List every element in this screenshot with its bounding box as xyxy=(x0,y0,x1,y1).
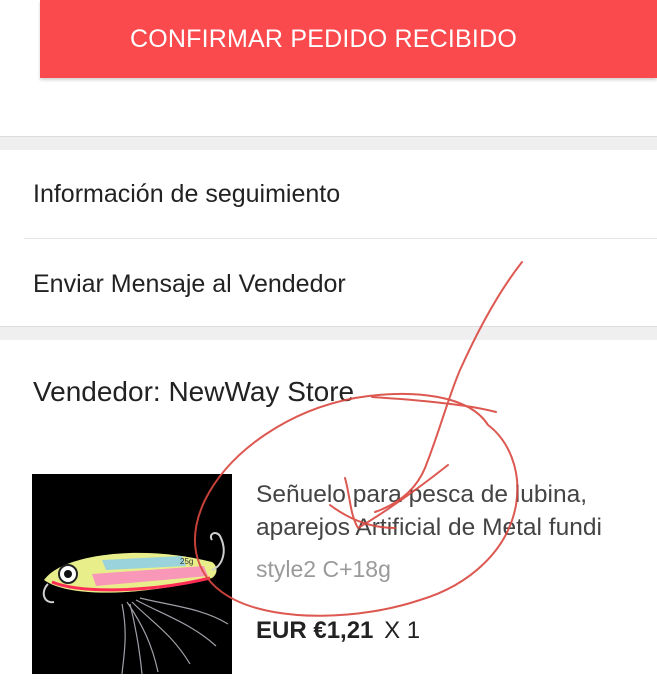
message-seller-item[interactable]: Enviar Mensaje al Vendedor xyxy=(0,240,657,328)
section-separator xyxy=(0,326,657,340)
seller-name[interactable]: Vendedor: NewWay Store xyxy=(33,376,354,408)
section-separator xyxy=(0,136,657,150)
product-title[interactable]: Señuelo para pesca de lubina, aparejos A… xyxy=(256,478,657,544)
product-title-line-2: aparejos Artificial de Metal fundi xyxy=(256,514,602,541)
product-quantity: X 1 xyxy=(384,617,421,644)
lure-weight-label: 25g xyxy=(180,557,193,566)
menu-divider xyxy=(24,238,657,239)
message-seller-label: Enviar Mensaje al Vendedor xyxy=(33,269,346,298)
product-thumbnail[interactable]: 25g xyxy=(32,474,232,674)
confirm-order-received-button[interactable]: CONFIRMAR PEDIDO RECIBIDO xyxy=(40,0,657,78)
product-variant: style2 C+18g xyxy=(256,556,391,582)
product-price-line: EUR €1,21 X 1 xyxy=(256,617,420,645)
confirm-section: CONFIRMAR PEDIDO RECIBIDO xyxy=(0,0,657,136)
tracking-info-item[interactable]: Información de seguimiento xyxy=(0,150,657,238)
tracking-info-label: Información de seguimiento xyxy=(33,179,341,208)
order-detail-page: CONFIRMAR PEDIDO RECIBIDO Información de… xyxy=(0,0,657,692)
product-price: EUR €1,21 xyxy=(256,617,374,644)
product-title-line-1: Señuelo para pesca de lubina, xyxy=(256,481,588,508)
